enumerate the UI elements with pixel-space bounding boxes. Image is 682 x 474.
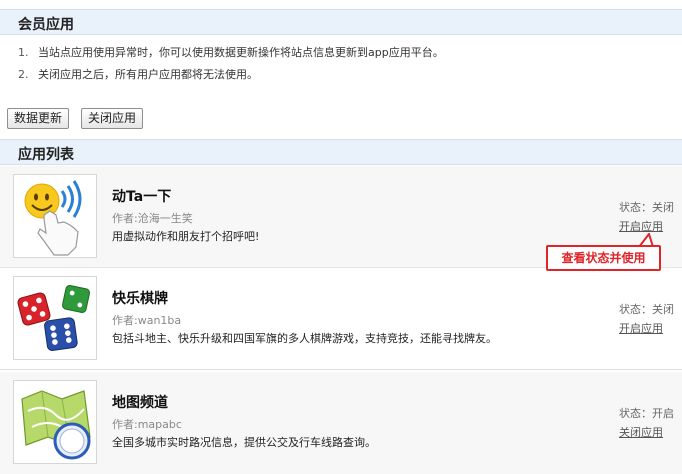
app-list-title: 应用列表 [18,147,74,163]
app-row-map-channel: 地图频道 作者:mapabc 全国多城市实时路况信息，提供公交及行车线路查询。 … [0,372,682,474]
member-apps-header: 会员应用 [0,9,682,35]
app-status: 状态：关闭 [619,303,674,316]
map-compass-icon[interactable] [13,380,97,464]
dice-icon[interactable] [13,276,97,360]
app-status: 状态：关闭 [619,201,674,214]
poke-emoji-icon[interactable] [13,174,97,258]
app-author: 作者:沧海一生笑 [112,212,193,225]
app-name: 地图频道 [112,395,168,411]
app-name: 动Ta一下 [112,189,172,205]
close-app-button[interactable]: 关闭应用 [81,108,144,129]
disable-app-link[interactable]: 关闭应用 [619,424,663,440]
app-description: 用虚拟动作和朋友打个招呼吧! [112,230,260,243]
data-update-button[interactable]: 数据更新 [7,108,70,129]
app-status: 状态：开启 [619,407,674,420]
status-tooltip: 查看状态并使用 [546,245,661,271]
app-description: 全国多城市实时路况信息，提供公交及行车线路查询。 [112,436,376,449]
app-description: 包括斗地主、快乐升级和四国军旗的多人棋牌游戏，支持竞技，还能寻找牌友。 [112,332,497,345]
app-name: 快乐棋牌 [112,291,168,307]
app-list-header: 应用列表 [0,139,682,165]
notes-list: 1. 当站点应用使用异常时，你可以使用数据更新操作将站点信息更新到app应用平台。… [18,46,444,90]
app-author: 作者:mapabc [112,418,182,431]
note-item: 2. 关闭应用之后，所有用户应用都将无法使用。 [18,68,258,81]
app-row-chess-cards: 快乐棋牌 作者:wan1ba 包括斗地主、快乐升级和四国军旗的多人棋牌游戏，支持… [0,268,682,370]
note-item: 1. 当站点应用使用异常时，你可以使用数据更新操作将站点信息更新到app应用平台。 [18,46,444,59]
enable-app-link[interactable]: 开启应用 [619,320,663,336]
enable-app-link[interactable]: 开启应用 [619,218,663,234]
app-author: 作者:wan1ba [112,314,182,327]
member-apps-title: 会员应用 [18,17,74,33]
